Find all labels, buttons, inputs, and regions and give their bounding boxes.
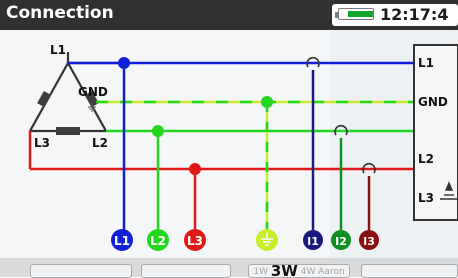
connection-diagram: L1 GND L3 L2 L1 GND L2 L3 L1 L2 L3 I1 I2… [0,30,458,258]
junction-l2 [152,125,164,137]
terminal-l3: L3 [184,229,206,251]
mode-option-1w: 1W [253,267,268,277]
instrument-label-l2: L2 [418,152,434,166]
screen-title: Connection [6,3,114,23]
terminal-l1-label: L1 [114,234,130,248]
terminal-l1: L1 [111,229,133,251]
instrument-label-l1: L1 [418,56,434,70]
source-label-l2: L2 [92,136,108,150]
instrument-label-gnd: GND [418,95,448,109]
clamp-i1-label: I1 [307,235,319,248]
terminal-l2-label: L2 [150,234,166,248]
status-area: 12:17:4 [332,4,458,26]
function-key-1[interactable] [30,264,132,278]
battery-icon [335,8,374,20]
source-label-l1: L1 [50,43,66,57]
terminal-l2: L2 [147,229,169,251]
function-key-4[interactable] [361,264,458,278]
battery-level [348,11,373,17]
junction-l3 [189,163,201,175]
terminal-gnd [256,229,278,251]
winding-l2-l3 [56,127,80,135]
source-label-l3: L3 [34,136,50,150]
title-bar: Connection 12:17:4 [0,0,458,30]
clamp-i2-label: I2 [335,235,347,248]
junction-l1 [118,57,130,69]
junction-gnd [261,96,273,108]
connection-mode-selector[interactable]: 1W 3W 4W Aaron [248,264,350,278]
wiring-diagram-svg: L1 GND L3 L2 L1 GND L2 L3 L1 L2 L3 I1 I2… [28,30,458,258]
mode-option-3w-selected: 3W [270,264,298,278]
clamp-terminal-i2: I2 [331,230,351,250]
clock: 12:17:4 [380,5,449,24]
clamp-terminal-i3: I3 [359,230,379,250]
mode-option-4w-aaron: 4W Aaron [300,267,345,277]
instrument-label-l3: L3 [418,191,434,205]
terminal-l3-label: L3 [187,234,203,248]
clamp-i3-label: I3 [363,235,375,248]
source-label-gnd: GND [78,85,108,99]
battery-terminal [335,12,338,18]
clamp-terminal-i1: I1 [303,230,323,250]
function-key-bar: 1W 3W 4W Aaron [0,258,458,278]
function-key-2[interactable] [141,264,231,278]
